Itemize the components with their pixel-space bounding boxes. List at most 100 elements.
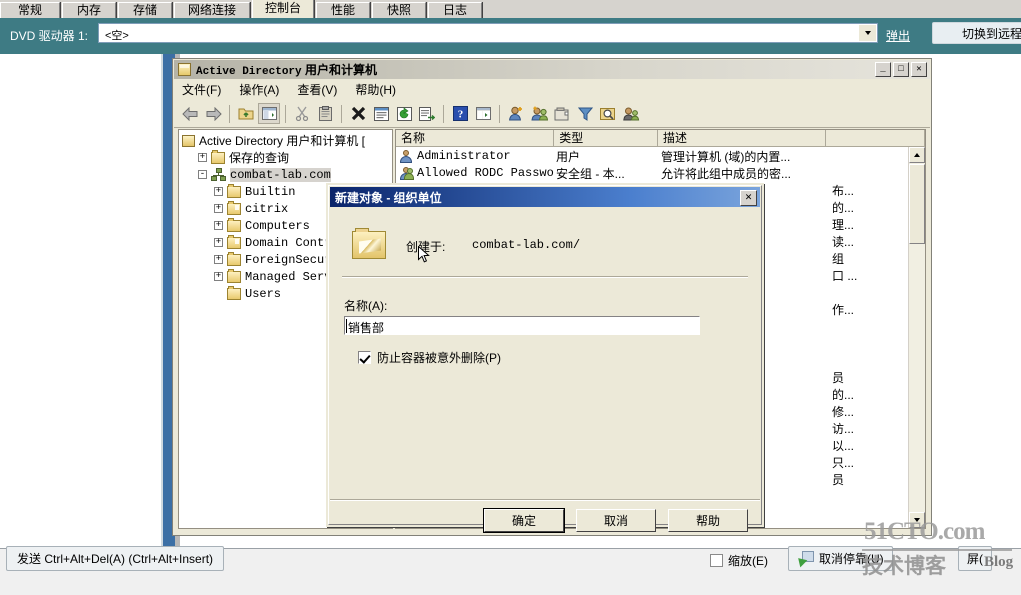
column-header-1[interactable]: 类型: [554, 130, 659, 147]
vm-tab-4[interactable]: 控制台: [252, 0, 314, 18]
manage-users-icon[interactable]: [620, 103, 642, 124]
dialog-button-help[interactable]: 帮助: [668, 509, 748, 532]
column-header-2[interactable]: 描述: [658, 130, 827, 147]
dialog-title-bar[interactable]: 新建对象 - 组织单位 ✕: [330, 187, 760, 207]
scroll-down-button[interactable]: [909, 512, 925, 528]
tree-node-9[interactable]: Users: [214, 285, 281, 301]
column-header-0[interactable]: 名称: [396, 130, 555, 147]
vm-tab-label: 内存: [76, 3, 101, 17]
delete-icon[interactable]: [347, 103, 369, 124]
new-ou-icon[interactable]: [551, 103, 573, 124]
back-icon[interactable]: [179, 103, 201, 124]
filter-icon[interactable]: [574, 103, 596, 124]
vm-tab-strip: 常规 内存 存储 网络连接 控制台 性能 快照 日志: [0, 0, 1021, 18]
new-user-icon[interactable]: [505, 103, 527, 124]
tree-node-3[interactable]: + Builtin: [214, 183, 295, 199]
vm-tab-label: 控制台: [264, 1, 301, 15]
collapse-icon[interactable]: -: [198, 170, 207, 179]
chevron-down-icon[interactable]: [859, 25, 876, 41]
column-header-3[interactable]: [826, 130, 925, 147]
eject-link[interactable]: 弹出: [886, 27, 910, 44]
vm-tab-label: 常规: [17, 3, 42, 17]
menu-item-1[interactable]: 操作(A): [239, 81, 279, 98]
vm-tab-6[interactable]: 快照: [372, 2, 426, 18]
cell-description: 管理计算机 (域)的内置...: [661, 149, 791, 164]
maximize-button[interactable]: □: [893, 62, 909, 77]
send-ctrl-alt-del-button[interactable]: 发送 Ctrl+Alt+Del(A) (Ctrl+Alt+Insert): [6, 546, 225, 571]
vm-tab-7[interactable]: 日志: [428, 2, 482, 18]
folder-icon: [227, 285, 241, 300]
expand-icon[interactable]: +: [214, 255, 223, 264]
tree-node-5[interactable]: + Computers: [214, 217, 310, 233]
vm-tab-row: 常规 内存 存储 网络连接 控制台 性能 快照 日志: [0, 0, 484, 18]
zoom-label: 缩放(E): [728, 554, 768, 568]
obscured-desc-fragment: 组: [832, 252, 845, 266]
show-console-tree-icon[interactable]: [472, 103, 494, 124]
switch-to-remote-button[interactable]: 切换到远程: [932, 22, 1021, 44]
vm-tab-1[interactable]: 内存: [62, 2, 116, 18]
toolbar-separator: [443, 104, 444, 123]
toolbar-separator: [285, 104, 286, 123]
export-list-icon[interactable]: [416, 103, 438, 124]
expand-icon[interactable]: +: [214, 272, 223, 281]
obscured-desc-fragment: 作...: [832, 303, 855, 317]
vm-tab-5[interactable]: 性能: [316, 2, 370, 18]
new-group-icon[interactable]: [528, 103, 550, 124]
list-vertical-scrollbar[interactable]: [908, 147, 925, 528]
menu-item-0[interactable]: 文件(F): [182, 81, 221, 98]
dialog-button-cancel[interactable]: 取消: [576, 509, 656, 532]
expand-icon[interactable]: +: [214, 238, 223, 247]
dvd-drive-select[interactable]: <空>: [98, 23, 878, 43]
vm-tab-2[interactable]: 存储: [118, 2, 172, 18]
scroll-up-button[interactable]: [909, 147, 925, 163]
forward-icon[interactable]: [202, 103, 224, 124]
list-column-headers: 名称 类型 描述: [396, 130, 925, 147]
expand-icon[interactable]: +: [214, 187, 223, 196]
up-one-level-icon[interactable]: [235, 103, 257, 124]
mmc-title-bar[interactable]: Active Directory 用户和计算机 _ □ ✕: [174, 60, 930, 79]
properties-icon[interactable]: [370, 103, 392, 124]
minimize-button[interactable]: _: [875, 62, 891, 77]
vm-tab-label: 快照: [386, 3, 411, 17]
tree-node-label: Active Directory 用户和计算机 [: [199, 134, 366, 148]
menu-item-3[interactable]: 帮助(H): [355, 81, 396, 98]
expand-icon[interactable]: +: [214, 204, 223, 213]
protect-checkbox[interactable]: [358, 351, 371, 364]
vm-tab-0[interactable]: 常规: [0, 2, 60, 18]
paste-icon[interactable]: [314, 103, 336, 124]
cell-type: 安全组 - 本...: [556, 166, 625, 181]
menu-item-2[interactable]: 查看(V): [297, 81, 337, 98]
new-object-ou-dialog: 新建对象 - 组织单位 ✕ 创建于: combat-lab.com/ 名称(A)…: [326, 183, 764, 532]
help-icon[interactable]: ?: [449, 103, 471, 124]
fullscreen-button[interactable]: 屏(: [958, 546, 992, 571]
name-input[interactable]: 销售部: [344, 316, 700, 335]
tree-node-label: combat-lab.com: [230, 167, 331, 182]
show-hide-tree-icon[interactable]: [258, 103, 280, 124]
vm-tab-label: 性能: [330, 3, 355, 17]
cut-icon[interactable]: [291, 103, 313, 124]
obscured-desc-fragment: 布...: [832, 184, 855, 198]
scrollbar-thumb[interactable]: [909, 164, 925, 244]
protect-from-deletion-row[interactable]: 防止容器被意外删除(P): [358, 349, 501, 366]
ou-folder-icon: [227, 200, 241, 215]
zoom-toggle-row[interactable]: 缩放(E): [710, 552, 768, 569]
refresh-icon[interactable]: [393, 103, 415, 124]
table-row[interactable]: Administrator 用户 管理计算机 (域)的内置...: [396, 148, 925, 164]
tree-node-0[interactable]: Active Directory 用户和计算机 [: [182, 133, 365, 148]
expand-icon[interactable]: +: [198, 153, 207, 162]
dialog-close-icon[interactable]: ✕: [740, 190, 757, 206]
undock-button[interactable]: 取消停靠(U): [788, 546, 893, 571]
dialog-body: 创建于: combat-lab.com/ 名称(A): 销售部 防止容器被意外删…: [330, 208, 760, 532]
tree-node-label: Computers: [245, 218, 310, 233]
table-row[interactable]: Allowed RODC Passwo...安全组 - 本... 允许将此组中成员…: [396, 165, 925, 181]
tree-node-4[interactable]: + citrix: [214, 200, 288, 216]
expand-icon[interactable]: +: [214, 221, 223, 230]
dialog-button-ok[interactable]: 确定: [484, 509, 564, 532]
find-icon[interactable]: [597, 103, 619, 124]
vm-tab-3[interactable]: 网络连接: [174, 2, 250, 18]
tree-node-2[interactable]: - combat-lab.com: [198, 167, 331, 182]
zoom-checkbox[interactable]: [710, 554, 723, 567]
tree-node-1[interactable]: + 保存的查询: [198, 149, 290, 165]
tree-node-label: 保存的查询: [229, 151, 290, 165]
close-button[interactable]: ✕: [911, 62, 927, 77]
